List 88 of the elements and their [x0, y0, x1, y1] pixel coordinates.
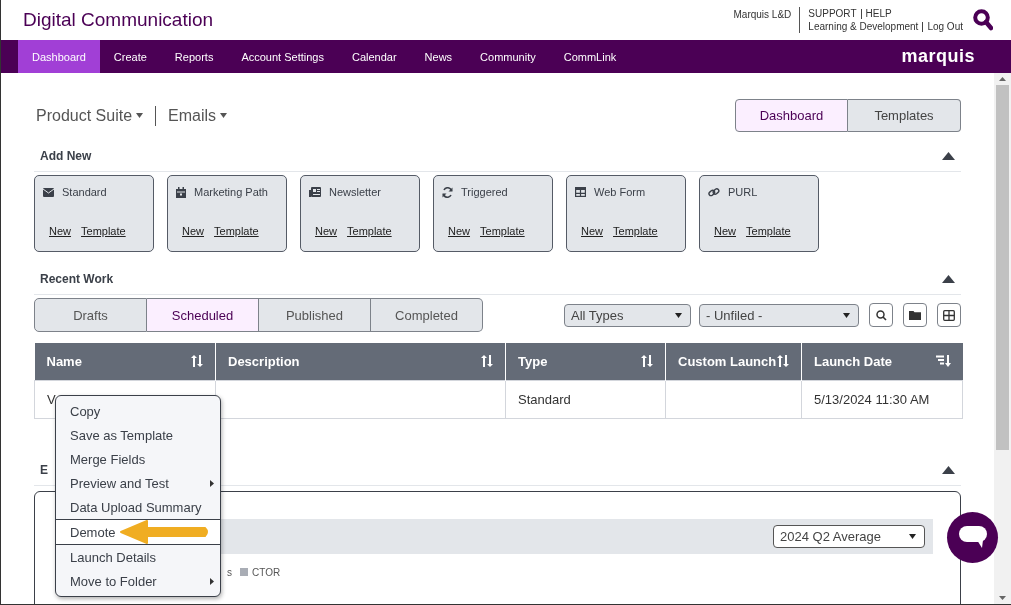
brand-logo: marquis	[901, 46, 975, 67]
card-title: Marketing Path	[194, 186, 268, 198]
nav-tab[interactable]: Calendar	[337, 40, 411, 73]
caret-down-icon	[136, 113, 144, 118]
newspaper-icon	[309, 187, 321, 197]
section-title: Add New	[40, 149, 92, 163]
breadcrumb-dropdown[interactable]: Emails	[166, 106, 230, 125]
card-link[interactable]: Template	[480, 225, 525, 237]
card-link[interactable]: Template	[746, 225, 791, 237]
caret-up-icon[interactable]	[942, 465, 955, 474]
scroll-up-icon[interactable]	[999, 77, 1006, 81]
period-dropdown[interactable]: 2024 Q2 Average	[773, 524, 925, 548]
caret-up-icon[interactable]	[942, 275, 955, 283]
caret-down-icon	[675, 312, 682, 318]
header-link[interactable]: Log Out	[927, 20, 963, 33]
header-link[interactable]: HELP	[865, 7, 892, 20]
menu-item[interactable]: Merge Fields	[56, 447, 220, 471]
search-icon	[875, 309, 887, 321]
status-tab[interactable]: Scheduled	[147, 298, 259, 332]
refresh-icon	[442, 186, 453, 198]
menu-item[interactable]: Save as Template	[56, 423, 220, 447]
card-title: Web Form	[594, 186, 646, 198]
user-name: Marquis L&D	[733, 7, 801, 33]
breadcrumb-dropdown[interactable]: Product Suite	[34, 106, 146, 125]
card-title: Triggered	[461, 186, 508, 198]
card-link[interactable]: Template	[613, 225, 658, 237]
caret-down-icon	[909, 533, 916, 539]
calendar-icon	[176, 186, 186, 198]
search-button[interactable]	[869, 303, 893, 327]
card-link[interactable]: New	[182, 225, 204, 237]
column-header[interactable]: Name	[34, 343, 216, 380]
menu-item[interactable]: Move to Folder	[56, 569, 220, 593]
legend-label: s	[227, 566, 232, 578]
card-link[interactable]: Template	[214, 225, 259, 237]
section-title: Recent Work	[40, 272, 114, 286]
card-link[interactable]: Template	[347, 225, 392, 237]
table-icon	[575, 187, 586, 197]
nav-tab[interactable]: Reports	[160, 40, 228, 73]
table-cell: 5/13/2024 11:30 AM	[801, 380, 963, 418]
scroll-down-icon[interactable]	[999, 596, 1006, 600]
card-title: Standard	[62, 186, 107, 198]
search-icon[interactable]	[973, 9, 993, 31]
card-link[interactable]: Template	[81, 225, 126, 237]
grid-button[interactable]	[937, 303, 961, 327]
column-header[interactable]: Custom Launch	[665, 343, 802, 380]
card-link[interactable]: New	[315, 225, 337, 237]
view-tab[interactable]: Dashboard	[735, 99, 848, 132]
legend-label: CTOR	[252, 566, 281, 578]
nav-tab[interactable]: Create	[99, 40, 161, 73]
caret-down-icon	[220, 113, 228, 118]
menu-item[interactable]: Data Upload Summary	[56, 495, 220, 519]
column-header[interactable]: Type	[505, 343, 666, 380]
header-link[interactable]: SUPPORT	[808, 7, 857, 20]
section-title: E	[40, 462, 48, 477]
status-tab[interactable]: Drafts	[34, 298, 147, 332]
app-title: Digital Communication	[23, 9, 214, 31]
card-link[interactable]: New	[448, 225, 470, 237]
nav-tab[interactable]: CommLink	[549, 40, 631, 73]
grid-icon	[943, 309, 955, 321]
column-header[interactable]: Launch Date	[801, 343, 963, 380]
folder-icon	[909, 310, 921, 320]
chat-bubble-icon	[958, 525, 987, 550]
nav-tab[interactable]: Community	[466, 40, 550, 73]
card-link[interactable]: New	[714, 225, 736, 237]
card-link[interactable]: New	[581, 225, 603, 237]
nav-tab[interactable]: News	[410, 40, 467, 73]
filter-dropdown[interactable]: All Types	[564, 303, 691, 327]
status-tab[interactable]: Completed	[371, 298, 483, 332]
nav-tab[interactable]: Dashboard	[18, 40, 100, 73]
filter-dropdown[interactable]: - Unfiled -	[699, 303, 859, 327]
caret-down-icon	[843, 312, 850, 318]
scrollbar[interactable]	[994, 73, 1011, 604]
column-header[interactable]: Description	[215, 343, 506, 380]
menu-item[interactable]: Launch Details	[56, 545, 220, 569]
menu-item[interactable]: Preview and Test	[56, 471, 220, 495]
table-cell: Standard	[505, 380, 666, 418]
caret-up-icon[interactable]	[942, 152, 955, 160]
chat-button[interactable]	[947, 512, 998, 563]
header-link[interactable]: Learning & Development	[808, 20, 919, 33]
nav-tab[interactable]: Account Settings	[227, 40, 338, 73]
status-tab[interactable]: Published	[259, 298, 371, 332]
link-icon	[708, 186, 720, 198]
card-title: PURL	[728, 186, 758, 198]
card-title: Newsletter	[329, 186, 381, 198]
view-tab[interactable]: Templates	[848, 99, 961, 132]
card-link[interactable]: New	[49, 225, 71, 237]
envelope-icon	[43, 187, 54, 197]
folder-button[interactable]	[903, 303, 927, 327]
